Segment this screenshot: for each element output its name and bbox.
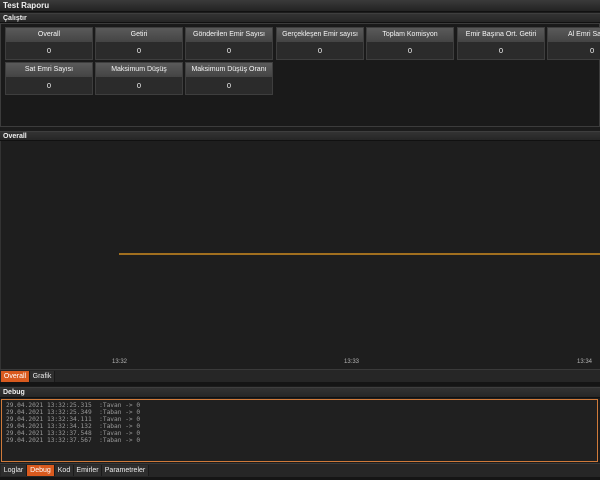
overall-chart-svg [119,253,600,255]
metric-card-sent-orders: Gönderilen Emir Sayısı 0 [185,27,273,60]
metric-label: Getiri [96,28,182,42]
metric-card-total-commission: Toplam Komisyon 0 [366,27,454,60]
metric-value: 0 [136,46,142,55]
metric-label: Emir Başına Ort. Getiri [458,28,544,42]
metric-value: 0 [498,46,504,55]
tab-grafik[interactable]: Grafik [30,371,55,382]
debug-log[interactable]: 29.04.2021 13:32:25.315 :Tavan -> 0 29.04… [1,399,598,462]
metric-label: Toplam Komisyon [367,28,453,42]
metric-label: Al Emri Sa [548,28,600,42]
tab-loglar[interactable]: Loglar [1,465,27,476]
window-title: Test Raporu [0,0,600,12]
log-line: 29.04.2021 13:32:37.567 :Taban -> 0 [6,436,141,444]
metric-card-filled-orders: Gerçekleşen Emir sayısı 0 [276,27,364,60]
metric-card-max-drawdown-ratio: Maksimum Düşüş Oranı 0 [185,62,273,95]
debug-section-header: Debug [0,387,600,398]
metric-card-max-drawdown: Maksimum Düşüş 0 [95,62,183,95]
tab-debug[interactable]: Debug [27,465,55,476]
metric-value: 0 [226,46,232,55]
metric-label: Maksimum Düşüş [96,63,182,77]
metric-label: Gönderilen Emir Sayısı [186,28,272,42]
metric-value: 0 [46,46,52,55]
metric-value: 0 [226,81,232,90]
metric-card-buy-orders: Al Emri Sa 0 [547,27,600,60]
metric-card-overall: Overall 0 [5,27,93,60]
tab-overall[interactable]: Overall [1,371,30,382]
metric-label: Maksimum Düşüş Oranı [186,63,272,77]
metric-label: Gerçekleşen Emir sayısı [277,28,363,42]
tab-parametreler[interactable]: Parametreler [102,465,149,476]
metric-card-avg-return: Emir Başına Ort. Getiri 0 [457,27,545,60]
run-section-header[interactable]: Çalıştır [0,13,600,23]
x-tick-label: 13:34 [577,359,593,365]
x-tick-label: 13:32 [112,359,128,365]
metric-card-sell-orders: Sat Emri Sayısı 0 [5,62,93,95]
metric-value: 0 [317,46,323,55]
metric-value: 0 [407,46,413,55]
splitter[interactable] [0,382,600,386]
bottom-tabbar: Loglar Debug Kod Emirler Parametreler [0,463,600,477]
metric-value: 0 [136,81,142,90]
overall-chart[interactable]: 13:32 13:33 13:34 [0,141,600,369]
chart-tabbar: Overall Grafik [0,369,600,382]
metric-label: Sat Emri Sayısı [6,63,92,77]
chart-section-header: Overall [0,131,600,141]
metric-label: Overall [6,28,92,42]
metric-value: 0 [590,46,595,55]
tab-emirler[interactable]: Emirler [74,465,102,476]
tab-kod[interactable]: Kod [55,465,74,476]
metric-card-getiri: Getiri 0 [95,27,183,60]
metrics-panel: Overall 0 Getiri 0 Gönderilen Emir Sayıs… [0,23,600,127]
metric-value: 0 [46,81,52,90]
x-tick-label: 13:33 [344,359,360,365]
